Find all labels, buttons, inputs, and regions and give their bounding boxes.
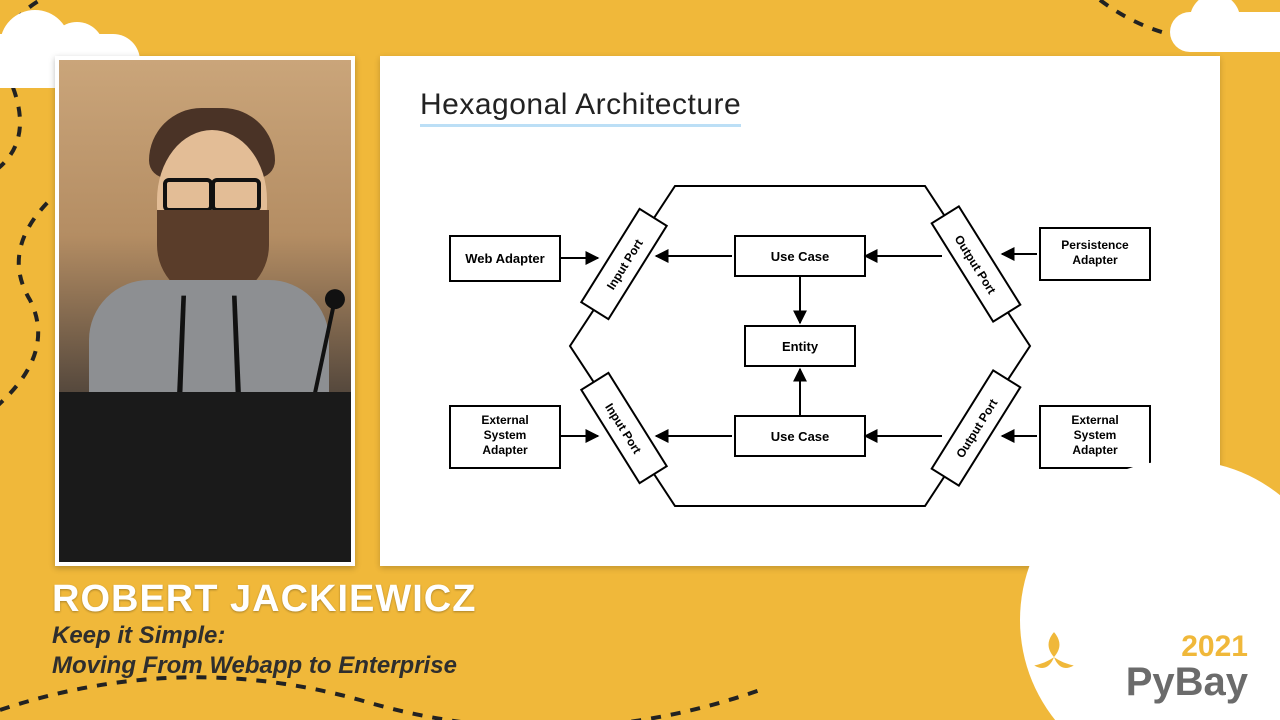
talk-title-line2: Moving From Webapp to Enterprise — [52, 651, 832, 681]
box-web-adapter: Web Adapter — [465, 251, 544, 266]
event-name: PyBay — [1126, 664, 1248, 700]
svg-text:Persistence: Persistence — [1061, 238, 1129, 252]
event-badge-text: 2021 PyBay — [1126, 630, 1248, 700]
svg-text:Adapter: Adapter — [1072, 253, 1118, 267]
lower-third: ROBERT JACKIEWICZ Keep it Simple: Moving… — [52, 578, 832, 681]
svg-text:Use Case: Use Case — [771, 429, 830, 444]
svg-text:System: System — [484, 428, 527, 442]
svg-text:Entity: Entity — [782, 339, 819, 354]
svg-text:Use Case: Use Case — [771, 249, 830, 264]
svg-text:Adapter: Adapter — [1072, 443, 1118, 457]
pybay-logo-icon — [1028, 628, 1080, 680]
event-year: 2021 — [1126, 630, 1248, 664]
hexagonal-architecture-diagram: Web Adapter External System Adapter Pers… — [440, 156, 1160, 536]
slide-title: Hexagonal Architecture — [420, 88, 741, 127]
svg-text:External: External — [481, 413, 528, 427]
speaker-video — [55, 56, 355, 566]
speaker-name: ROBERT JACKIEWICZ — [52, 578, 832, 621]
svg-text:Adapter: Adapter — [482, 443, 528, 457]
talk-title-line1: Keep it Simple: — [52, 621, 832, 651]
cloud-decoration — [1170, 12, 1280, 52]
svg-text:System: System — [1074, 428, 1117, 442]
svg-text:External: External — [1071, 413, 1118, 427]
